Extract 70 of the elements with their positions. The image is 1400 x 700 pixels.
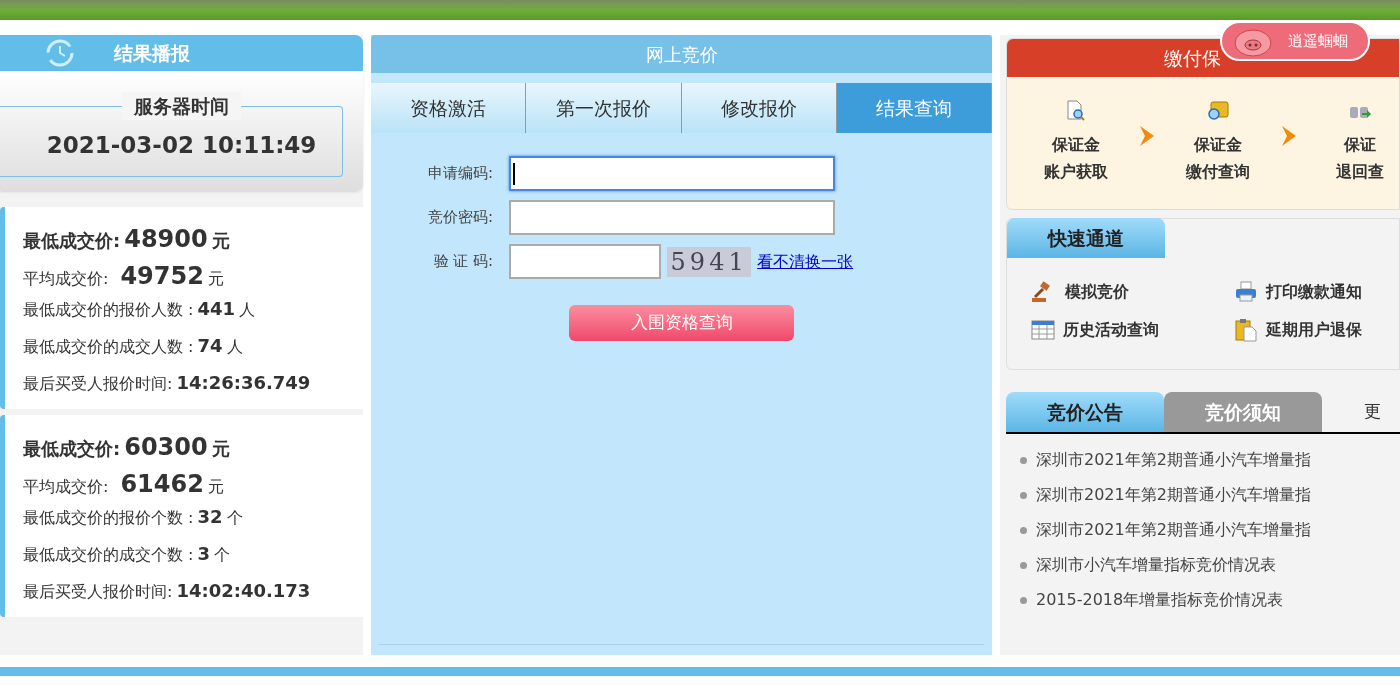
step-label[interactable]: 保证 退回查 bbox=[1336, 131, 1384, 185]
notice-link[interactable]: 深圳市2021年第2期普通小汽车增量指 bbox=[1036, 448, 1311, 472]
quick-link[interactable]: 打印缴款通知 bbox=[1266, 280, 1362, 304]
server-time-label: 服务器时间 bbox=[122, 91, 242, 120]
stat-value: 49752 bbox=[120, 260, 204, 292]
stat-unit: 人 bbox=[226, 335, 243, 358]
bullet-icon bbox=[1020, 526, 1027, 534]
notice-link[interactable]: 深圳市小汽车增量指标竞价情况表 bbox=[1036, 553, 1276, 577]
tab[interactable]: 第一次报价 bbox=[526, 83, 682, 133]
stat-unit: 元 bbox=[207, 475, 224, 498]
panel-title: 缴付保 bbox=[1164, 45, 1221, 71]
tab[interactable]: 修改报价 bbox=[681, 83, 837, 133]
bullet-icon bbox=[1020, 491, 1027, 499]
stat-unit: 元 bbox=[207, 267, 224, 290]
captcha-image: 5941 bbox=[667, 246, 752, 277]
stat-label: 最低成交价的报价个数 : bbox=[23, 506, 194, 529]
stat-value: 14:26:36.749 bbox=[176, 370, 311, 395]
step-label[interactable]: 保证金 账户获取 bbox=[1044, 131, 1108, 185]
stat-value: 60300 bbox=[124, 431, 208, 463]
stat-value: 3 bbox=[197, 541, 210, 566]
stat-value: 32 bbox=[197, 504, 223, 529]
step-label[interactable]: 保证金 缴付查询 bbox=[1186, 131, 1250, 185]
stat-label: 最低成交价: bbox=[23, 436, 121, 461]
stat-label: 最后买受人报价时间: bbox=[23, 372, 173, 395]
refresh-captcha-link[interactable]: 看不清换一张 bbox=[757, 249, 854, 274]
stat-label: 最后买受人报价时间: bbox=[23, 580, 173, 603]
panel-title: 结果播报 bbox=[114, 40, 190, 66]
input-field[interactable] bbox=[509, 156, 836, 191]
quick-link[interactable]: 模拟竞价 bbox=[1065, 280, 1129, 304]
stat-label: 最低成交价的成交人数 : bbox=[23, 335, 194, 358]
stat-value: 48900 bbox=[124, 223, 208, 255]
input-field[interactable] bbox=[509, 200, 836, 235]
stat-value: 14:02:40.173 bbox=[176, 578, 311, 603]
bullet-icon bbox=[1020, 596, 1027, 604]
stat-value: 441 bbox=[197, 296, 236, 321]
input-field[interactable] bbox=[509, 244, 662, 279]
stat-label: 最低成交价的报价人数 : bbox=[23, 298, 194, 321]
more-link[interactable]: 更 bbox=[1364, 398, 1381, 424]
printer-icon bbox=[1234, 281, 1258, 303]
server-time: 2021-03-02 10:11:49 bbox=[46, 131, 317, 160]
bullet-icon bbox=[1020, 561, 1027, 569]
stat-unit: 个 bbox=[214, 543, 230, 566]
stat-unit: 人 bbox=[239, 298, 256, 321]
clipboard-icon bbox=[1234, 318, 1258, 342]
text-cursor bbox=[513, 162, 516, 185]
panel-title: 网上竞价 bbox=[645, 42, 718, 67]
stat-value: 61462 bbox=[120, 468, 204, 500]
table-icon bbox=[1031, 320, 1055, 340]
stat-label: 最低成交价的成交个数 : bbox=[23, 543, 194, 566]
stat-label: 平均成交价: bbox=[23, 267, 109, 290]
stat-label: 平均成交价: bbox=[23, 475, 109, 498]
clock-refresh-icon bbox=[44, 37, 76, 69]
quick-link[interactable]: 延期用户退保 bbox=[1266, 318, 1362, 342]
notice-link[interactable]: 深圳市2021年第2期普通小汽车增量指 bbox=[1036, 518, 1311, 542]
quick-link[interactable]: 历史活动查询 bbox=[1063, 318, 1159, 342]
stat-unit: 元 bbox=[211, 228, 230, 253]
field-label: 竞价密码: bbox=[427, 207, 494, 229]
badge-text: 逍遥蝈蝈 bbox=[1288, 30, 1348, 52]
stat-unit: 个 bbox=[226, 506, 243, 529]
notice-link[interactable]: 2015-2018年增量指标竞价情况表 bbox=[1036, 588, 1284, 612]
tab[interactable]: 竞价公告 bbox=[1006, 392, 1164, 432]
field-label: 申请编码: bbox=[427, 163, 494, 185]
stat-unit: 元 bbox=[211, 436, 230, 461]
stat-value: 74 bbox=[197, 333, 223, 358]
wallet-search-icon bbox=[1206, 99, 1230, 123]
notice-link[interactable]: 深圳市2021年第2期普通小汽车增量指 bbox=[1036, 483, 1311, 507]
bullet-icon bbox=[1020, 456, 1027, 464]
stat-label: 最低成交价: bbox=[23, 228, 121, 253]
tab[interactable]: 资格激活 bbox=[371, 83, 527, 133]
field-label: 验 证 码: bbox=[432, 251, 494, 273]
